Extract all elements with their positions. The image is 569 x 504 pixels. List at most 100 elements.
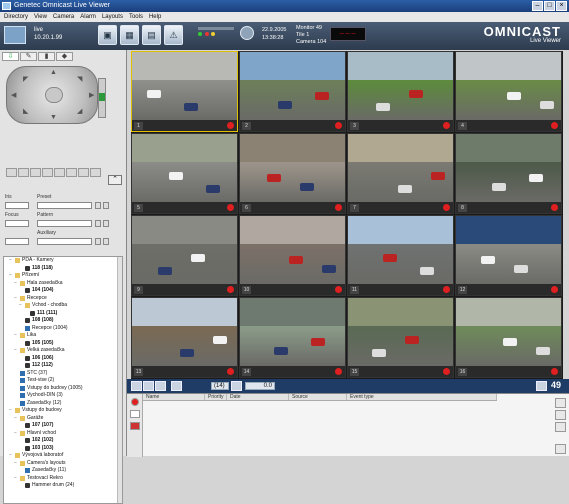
video-tile[interactable]: 3 <box>347 51 454 132</box>
video-tile[interactable]: 5 <box>131 133 238 214</box>
tab-tools[interactable]: ✎ <box>20 52 37 61</box>
tree-item[interactable]: Test-vise (2) <box>4 377 122 385</box>
arrow-up-left-icon[interactable]: ◤ <box>23 75 28 83</box>
recording-icon[interactable] <box>227 204 234 211</box>
tree-item[interactable]: − Vchod - chodba <box>4 302 122 310</box>
video-tile[interactable]: 11 <box>347 215 454 296</box>
menu-directory[interactable]: Directory <box>4 12 28 22</box>
tree-item[interactable]: − Camera's layouts <box>4 460 122 468</box>
video-tile[interactable]: 7 <box>347 133 454 214</box>
arrow-right-icon[interactable]: ▶ <box>89 91 94 99</box>
video-tile[interactable]: 6 <box>239 133 346 214</box>
events-options-icon[interactable] <box>555 444 566 454</box>
ptz-btn-7[interactable] <box>78 168 89 177</box>
flag-icon[interactable] <box>129 422 140 430</box>
tree-item[interactable]: Vstupy do budovy (1005) <box>4 385 122 393</box>
event-list-icon[interactable] <box>131 381 142 391</box>
ptz-btn-4[interactable] <box>42 168 53 177</box>
video-tile[interactable]: 2 <box>239 51 346 132</box>
menu-camera[interactable]: Camera <box>53 12 74 22</box>
video-tile[interactable]: 16 <box>455 297 562 378</box>
monitor-icon[interactable] <box>4 26 26 44</box>
tree-item[interactable]: 103 (103) <box>4 445 122 453</box>
event-filter-icon[interactable] <box>143 381 154 391</box>
video-tile[interactable]: 4 <box>455 51 562 132</box>
tree-item[interactable]: Vychodí-DIN (3) <box>4 392 122 400</box>
events-up-icon[interactable] <box>555 398 566 408</box>
tree-expander-icon[interactable]: − <box>14 415 19 423</box>
pattern-go-button[interactable] <box>95 220 101 227</box>
status-dial-icon[interactable] <box>240 26 254 40</box>
ptz-btn-2[interactable] <box>18 168 29 177</box>
tree-expander-icon[interactable]: − <box>14 295 19 303</box>
menu-help[interactable]: Help <box>149 12 161 22</box>
maximize-button[interactable]: □ <box>544 1 555 11</box>
tab-bookmark[interactable]: ▮ <box>38 52 55 61</box>
events-ack-icon[interactable] <box>555 422 566 432</box>
alarm-icon[interactable]: ⚠ <box>164 25 183 45</box>
arrow-up-right-icon[interactable]: ◥ <box>77 75 82 83</box>
tree-item[interactable]: − Lika <box>4 332 122 340</box>
video-tile[interactable]: 13 <box>131 297 238 378</box>
preset-save-button[interactable] <box>103 202 109 209</box>
tree-item[interactable]: 102 (102) <box>4 437 122 445</box>
auxiliary-select[interactable] <box>37 238 92 245</box>
tree-item[interactable]: − PDA - Kamery <box>4 257 122 265</box>
tree-item[interactable]: STC (37) <box>4 370 122 378</box>
tree-item[interactable]: − Hala zasedačka <box>4 280 122 288</box>
menu-layouts[interactable]: Layouts <box>102 12 123 22</box>
tree-expander-icon[interactable]: − <box>14 430 19 438</box>
iris-control[interactable] <box>5 202 29 209</box>
tree-item[interactable]: 105 (105) <box>4 340 122 348</box>
tree-expander-icon[interactable]: − <box>14 332 19 340</box>
recording-icon[interactable] <box>335 204 342 211</box>
tree-scrollbar[interactable] <box>117 257 122 503</box>
tree-item[interactable]: 106 (106) <box>4 355 122 363</box>
video-tile[interactable]: 10 <box>239 215 346 296</box>
tree-expander-icon[interactable]: − <box>9 272 14 280</box>
zoom-slider[interactable] <box>98 78 106 118</box>
menu-view[interactable]: View <box>34 12 47 22</box>
video-tile[interactable]: 15 <box>347 297 454 378</box>
col-name[interactable]: Name <box>143 394 205 400</box>
tree-item[interactable]: Zasedačky (11) <box>4 467 122 475</box>
auxiliary-save-button[interactable] <box>103 238 109 245</box>
col-date[interactable]: Date <box>227 394 289 400</box>
playback-icon[interactable]: ▤ <box>142 25 161 45</box>
tree-expander-icon[interactable]: − <box>19 302 24 310</box>
tree-item[interactable]: − Recepce <box>4 295 122 303</box>
video-tile[interactable]: 1 <box>131 51 238 132</box>
tree-item[interactable]: Recepce (1004) <box>4 325 122 333</box>
ptz-joystick[interactable]: ▲ ▼ ◀ ▶ ◤ ◥ ◣ ◢ <box>6 66 98 124</box>
recording-icon[interactable] <box>227 122 234 129</box>
pencil-icon[interactable] <box>536 381 547 391</box>
tree-item[interactable]: − Testovací Rekro <box>4 475 122 483</box>
pattern-save-button[interactable] <box>103 220 109 227</box>
arrow-left-icon[interactable]: ◀ <box>11 91 16 99</box>
pattern-select[interactable] <box>37 220 92 227</box>
ptz-btn-3[interactable] <box>30 168 41 177</box>
tree-item[interactable]: 107 (107) <box>4 422 122 430</box>
recording-icon[interactable] <box>443 122 450 129</box>
tree-expander-icon[interactable]: − <box>9 257 14 265</box>
close-button[interactable]: × <box>556 1 567 11</box>
event-clear-icon[interactable] <box>155 381 166 391</box>
event-grid-icon[interactable] <box>171 381 182 391</box>
arrow-down-icon[interactable]: ▼ <box>50 114 57 121</box>
arrow-up-icon[interactable]: ▲ <box>50 69 57 76</box>
recording-icon[interactable] <box>551 122 558 129</box>
video-tile[interactable]: 8 <box>455 133 562 214</box>
tree-item[interactable]: − Vstupy do budovy <box>4 407 122 415</box>
joystick-center[interactable] <box>45 87 63 103</box>
recording-icon[interactable] <box>551 368 558 375</box>
tree-item[interactable]: 104 (104) <box>4 287 122 295</box>
tree-item[interactable]: 108 (108) <box>4 317 122 325</box>
ptz-btn-6[interactable] <box>66 168 77 177</box>
tree-expander-icon[interactable]: − <box>14 347 19 355</box>
menu-tools[interactable]: Tools <box>129 12 143 22</box>
tree-item[interactable]: Hammer drum (24) <box>4 482 122 490</box>
recording-icon[interactable] <box>551 286 558 293</box>
tree-item[interactable]: Zasedačky (12) <box>4 400 122 408</box>
recording-icon[interactable] <box>443 368 450 375</box>
recording-icon[interactable] <box>335 122 342 129</box>
